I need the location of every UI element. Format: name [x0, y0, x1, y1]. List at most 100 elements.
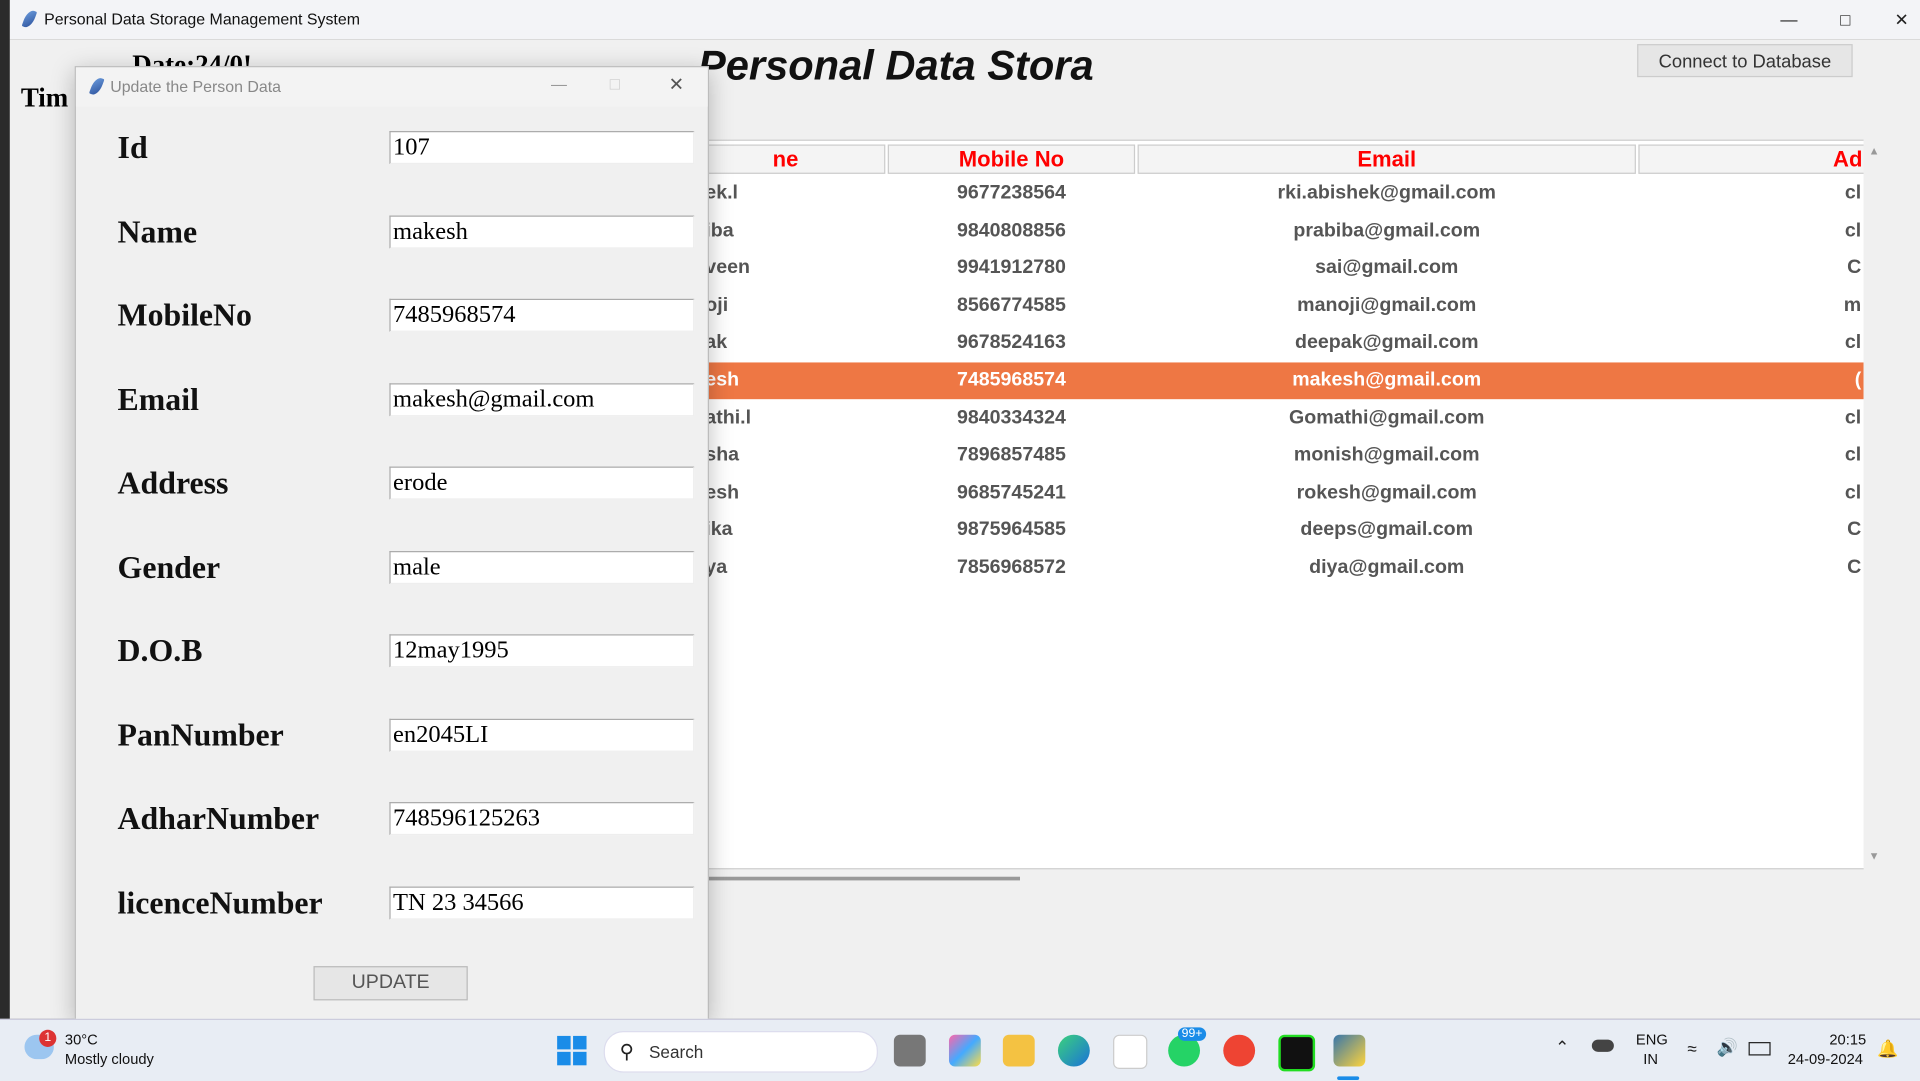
cell-address: C	[1847, 557, 1862, 578]
cell-email: makesh@gmail.com	[1292, 369, 1482, 391]
cell-name: esh	[705, 482, 740, 504]
field-input[interactable]: TN 23 34566	[389, 885, 695, 919]
update-dialog: Update the Person Data — □ ✕ Id 107 Name ma…	[74, 66, 709, 1022]
pycharm-icon[interactable]	[1278, 1034, 1316, 1072]
table-row[interactable]: ika 9875964585 deeps@gmail.com C	[686, 512, 1864, 549]
wps-icon[interactable]	[1223, 1034, 1256, 1067]
cell-name: ya	[705, 557, 728, 578]
table-row[interactable]: oji 8566774585 manoji@gmail.com m	[686, 288, 1864, 325]
weather-temp[interactable]: 30°C	[65, 1031, 98, 1048]
cell-email: monish@gmail.com	[1293, 444, 1480, 466]
field-input[interactable]: 7485968574	[389, 298, 695, 332]
table-row[interactable]: veen 9941912780 sai@gmail.com C	[686, 250, 1864, 287]
page-heading: Personal Data Stora	[697, 42, 1094, 90]
dialog-title: Update the Person Data	[110, 77, 282, 96]
cell-name: esh	[705, 369, 740, 391]
cell-address: C	[1847, 519, 1862, 541]
field-input[interactable]: erode	[389, 466, 695, 500]
dialog-close-button[interactable]: ✕	[669, 73, 684, 96]
clock-date[interactable]: 24-09-2024	[1788, 1051, 1863, 1068]
active-indicator	[1337, 1076, 1360, 1081]
cell-name: sha	[705, 444, 740, 466]
field-input[interactable]: 12may1995	[389, 634, 695, 668]
field-label: Email	[117, 381, 199, 417]
table-row[interactable]: esh 9685745241 rokesh@gmail.com cl	[686, 475, 1864, 512]
cell-address: (	[1854, 369, 1862, 391]
notification-bell-icon[interactable]: 🔔	[1877, 1038, 1898, 1059]
connect-database-button[interactable]: Connect to Database	[1637, 44, 1853, 78]
table-row[interactable]: sha 7896857485 monish@gmail.com cl	[686, 437, 1864, 474]
windows-start-icon[interactable]	[557, 1035, 587, 1066]
header-name[interactable]: ne	[685, 144, 886, 174]
field-input[interactable]: 107	[389, 131, 695, 165]
field-input[interactable]: makesh@gmail.com	[389, 382, 695, 416]
maximize-button[interactable]: □	[1817, 5, 1873, 34]
lang-secondary[interactable]: IN	[1643, 1051, 1658, 1068]
field-input[interactable]: makesh	[389, 214, 695, 248]
cell-address: cl	[1844, 219, 1862, 241]
onedrive-icon[interactable]	[1591, 1039, 1614, 1052]
cell-name: iba	[705, 219, 734, 241]
wifi-icon[interactable]: ≈	[1687, 1038, 1696, 1058]
field-input[interactable]: male	[389, 550, 695, 584]
volume-icon[interactable]: 🔊	[1717, 1037, 1738, 1058]
cell-name: oji	[705, 294, 729, 316]
person-table[interactable]: ne Mobile No Email Ad ek.l 9677238564 rki.…	[685, 139, 1864, 870]
field-label: AdharNumber	[117, 800, 320, 837]
header-email[interactable]: Email	[1137, 144, 1636, 174]
field-input[interactable]: 748596125263	[389, 802, 695, 836]
cell-mobile: 9678524163	[956, 332, 1066, 354]
cell-address: cl	[1844, 482, 1862, 504]
table-row-selected[interactable]: esh 7485968574 makesh@gmail.com (	[685, 362, 1864, 400]
lang-primary[interactable]: ENG	[1636, 1031, 1668, 1048]
scroll-up-icon[interactable]: ▲	[1869, 144, 1880, 156]
cell-mobile: 9677238564	[956, 182, 1066, 204]
copilot-icon[interactable]	[948, 1034, 981, 1067]
cell-address: cl	[1844, 407, 1862, 429]
feather-icon	[88, 76, 105, 97]
search-icon: ⚲	[619, 1042, 634, 1063]
cell-mobile: 8566774585	[956, 294, 1066, 316]
minimize-button[interactable]: —	[1761, 5, 1817, 34]
store-icon[interactable]	[1113, 1034, 1148, 1069]
battery-icon[interactable]	[1748, 1042, 1771, 1056]
cell-mobile: 7485968574	[956, 369, 1066, 391]
chevron-up-icon[interactable]: ⌃	[1555, 1037, 1569, 1058]
field-label: PanNumber	[117, 716, 284, 753]
table-row[interactable]: ek.l 9677238564 rki.abishek@gmail.com cl	[686, 175, 1864, 212]
weather-desc[interactable]: Mostly cloudy	[65, 1051, 154, 1068]
file-explorer-icon[interactable]	[1002, 1034, 1035, 1067]
clock-time[interactable]: 20:15	[1829, 1031, 1866, 1048]
edge-icon[interactable]	[1057, 1034, 1090, 1067]
task-view-icon[interactable]	[893, 1034, 926, 1067]
cell-mobile: 9840334324	[956, 407, 1066, 429]
close-button[interactable]: ✕	[1873, 5, 1920, 34]
cell-email: deepak@gmail.com	[1294, 332, 1479, 354]
header-mobile[interactable]: Mobile No	[887, 144, 1136, 174]
dialog-minimize-button[interactable]: —	[551, 75, 567, 93]
field-input[interactable]: en2045LI	[389, 718, 695, 752]
dialog-maximize-button[interactable]: □	[610, 73, 620, 93]
scroll-down-icon[interactable]: ▼	[1869, 850, 1880, 862]
field-label: MobileNo	[117, 297, 252, 334]
cell-mobile: 9840808856	[956, 219, 1066, 241]
dialog-title-bar: Update the Person Data — □ ✕	[75, 67, 708, 107]
cell-email: manoji@gmail.com	[1297, 294, 1477, 316]
cell-address: C	[1847, 257, 1862, 279]
cell-mobile: 7856968572	[956, 557, 1066, 578]
table-row[interactable]: ya 7856968572 diya@gmail.com C	[686, 550, 1864, 587]
app-title-bar: Personal Data Storage Management System …	[9, 0, 1920, 40]
vertical-scrollbar[interactable]: ▲ ▼	[1863, 139, 1886, 867]
python-icon[interactable]	[1333, 1034, 1366, 1067]
cell-mobile: 9941912780	[956, 257, 1066, 279]
weather-badge: 1	[39, 1029, 57, 1047]
header-address[interactable]: Ad	[1638, 144, 1864, 174]
update-button[interactable]: UPDATE	[313, 966, 468, 1001]
table-row[interactable]: iba 9840808856 prabiba@gmail.com cl	[686, 213, 1864, 250]
search-box[interactable]: ⚲ Search	[603, 1031, 878, 1073]
table-row[interactable]: athi.l 9840334324 Gomathi@gmail.com cl	[686, 400, 1864, 437]
cell-name: ek.l	[705, 182, 738, 204]
taskbar: 1 30°C Mostly cloudy ⚲ Search 99+ ⌃ ENG …	[0, 1018, 1920, 1081]
horizontal-scrollbar[interactable]	[706, 876, 1021, 881]
table-row[interactable]: ak 9678524163 deepak@gmail.com cl	[686, 325, 1864, 362]
